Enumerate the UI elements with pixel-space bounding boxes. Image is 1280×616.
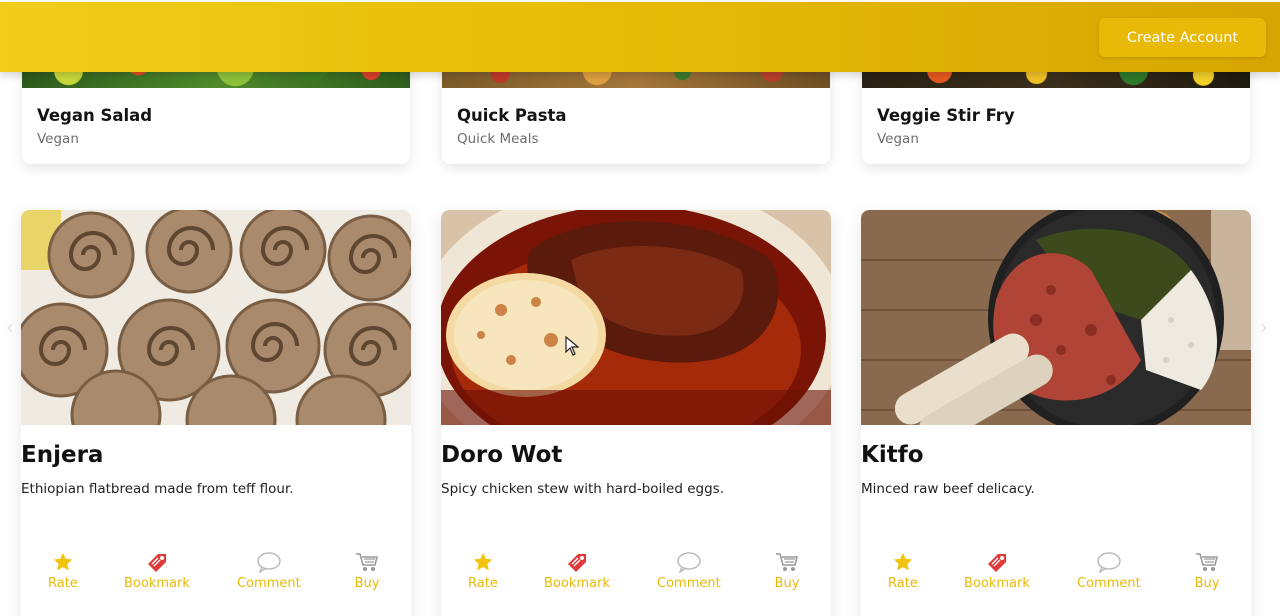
comment-button[interactable]: Comment [657,550,721,591]
comment-bubble-icon [676,550,702,574]
buy-label: Buy [354,576,380,591]
recipe-card[interactable]: Kitfo Minced raw beef delicacy. Rate Boo… [861,210,1251,616]
buy-button[interactable]: Buy [354,550,380,591]
recipe-title: Kitfo [861,442,924,468]
top-header: Create Account [0,2,1280,72]
cart-icon [354,550,380,574]
comment-button[interactable]: Comment [1077,550,1141,591]
create-account-button[interactable]: Create Account [1099,18,1266,57]
comment-bubble-icon [256,550,282,574]
buy-button[interactable]: Buy [774,550,800,591]
recipe-actions: Rate Bookmark Comment Buy [441,550,831,600]
recipe-title: Veggie Stir Fry [877,106,1015,125]
cart-icon [1194,550,1220,574]
mouse-cursor-icon [565,335,580,360]
bookmark-button[interactable]: Bookmark [544,550,610,591]
recipe-card[interactable]: Enjera Ethiopian flatbread made from tef… [21,210,411,616]
recipe-category: Vegan [37,131,79,147]
comment-label: Comment [657,576,721,591]
buy-button[interactable]: Buy [1194,550,1220,591]
recipe-description: Spicy chicken stew with hard-boiled eggs… [441,481,724,497]
rate-label: Rate [888,576,918,591]
star-icon [470,550,496,574]
recipe-title: Vegan Salad [37,106,153,125]
star-icon [890,550,916,574]
bookmark-button[interactable]: Bookmark [964,550,1030,591]
star-icon [50,550,76,574]
rate-button[interactable]: Rate [888,550,918,591]
rate-button[interactable]: Rate [468,550,498,591]
bookmark-button[interactable]: Bookmark [124,550,190,591]
buy-label: Buy [1194,576,1220,591]
recipe-category: Quick Meals [457,131,539,147]
bookmark-tag-icon [564,550,590,574]
rate-label: Rate [48,576,78,591]
comment-label: Comment [237,576,301,591]
recipe-title: Doro Wot [441,442,563,468]
carousel-prev-icon[interactable]: ‹ [6,315,14,339]
cart-icon [774,550,800,574]
rate-button[interactable]: Rate [48,550,78,591]
recipe-category: Vegan [877,131,919,147]
recipe-photo [21,210,411,425]
recipe-title: Enjera [21,442,104,468]
rate-label: Rate [468,576,498,591]
recipe-description: Ethiopian flatbread made from teff flour… [21,481,294,497]
recipe-actions: Rate Bookmark Comment Buy [21,550,411,600]
recipe-title: Quick Pasta [457,106,567,125]
bookmark-label: Bookmark [124,576,190,591]
comment-bubble-icon [1096,550,1122,574]
recipe-photo [441,210,831,425]
recipe-description: Minced raw beef delicacy. [861,481,1035,497]
recipe-actions: Rate Bookmark Comment Buy [861,550,1251,600]
comment-label: Comment [1077,576,1141,591]
bookmark-label: Bookmark [544,576,610,591]
recipe-photo [861,210,1251,425]
recipe-card[interactable]: Doro Wot Spicy chicken stew with hard-bo… [441,210,831,616]
comment-button[interactable]: Comment [237,550,301,591]
buy-label: Buy [774,576,800,591]
bookmark-tag-icon [144,550,170,574]
bookmark-tag-icon [984,550,1010,574]
bookmark-label: Bookmark [964,576,1030,591]
carousel-next-icon[interactable]: › [1260,315,1268,339]
